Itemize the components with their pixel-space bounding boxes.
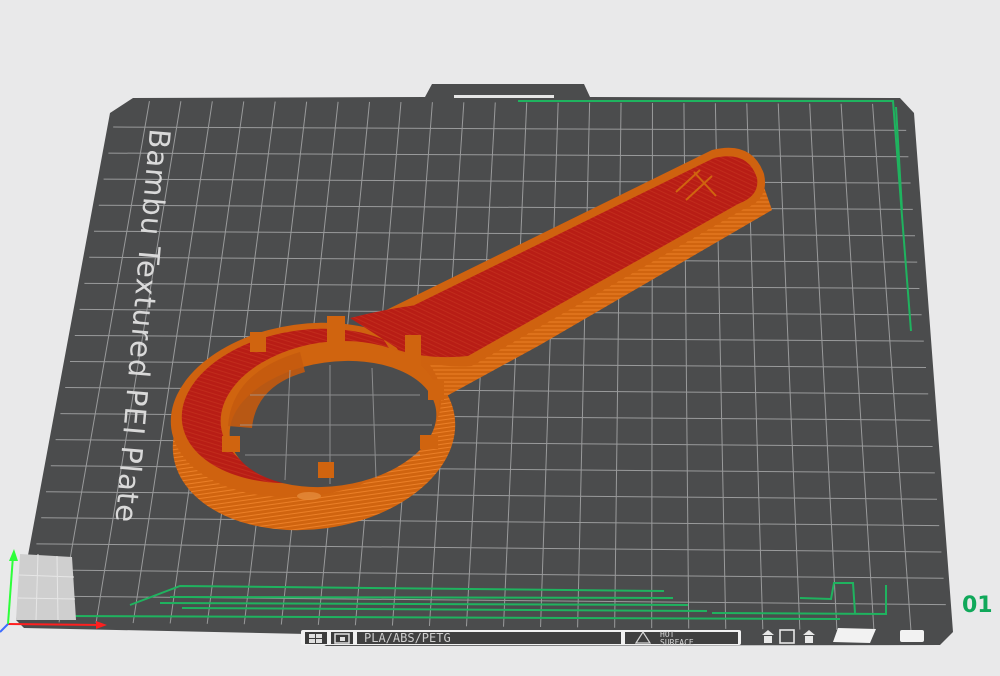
3d-viewport[interactable]: Bambu Textured PEI Plate 01 PLA/ABS/PETG bbox=[0, 0, 1000, 676]
filament-label: PLA/ABS/PETG bbox=[364, 631, 451, 645]
plate-number[interactable]: 01 bbox=[962, 593, 993, 618]
model-seam bbox=[297, 492, 321, 500]
hot-surface-line2: SURFACE bbox=[660, 638, 694, 647]
plate-handle-bar bbox=[454, 95, 554, 98]
origin-corner bbox=[16, 553, 76, 621]
plate-info-strip: PLA/ABS/PETG HOT SURFACE bbox=[301, 630, 741, 647]
